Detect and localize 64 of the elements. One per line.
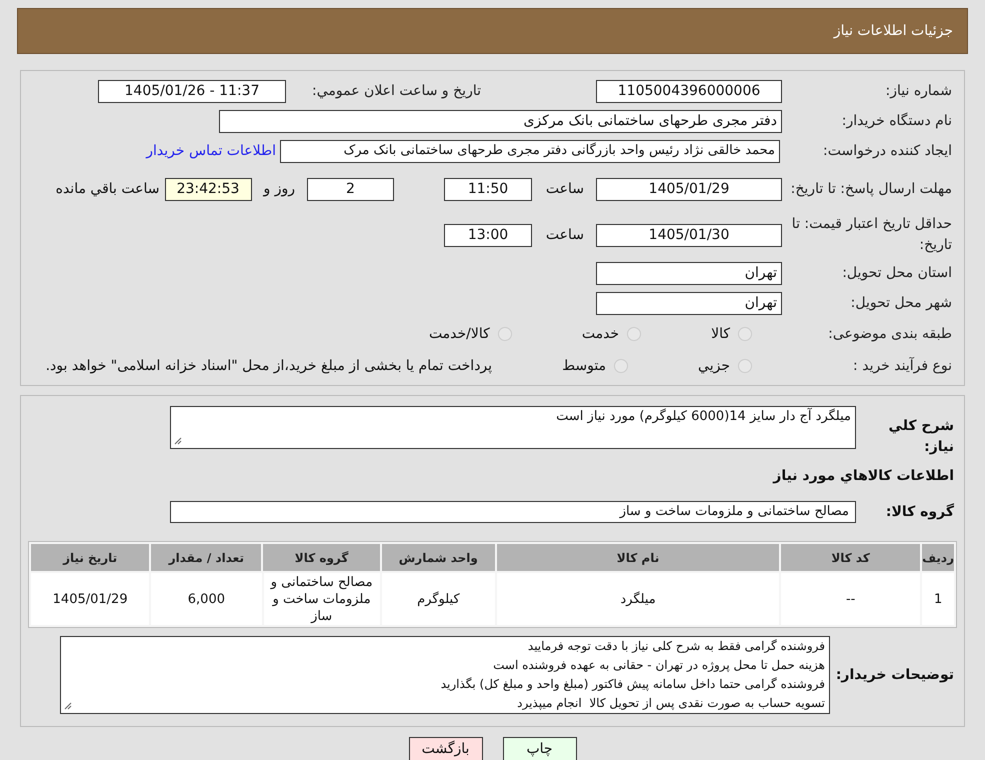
text-field[interactable]: محمد خالقی نژاد رئیس واحد بازرگانی دفتر مجری طرحهای ساختمانی بانک مرک <box>280 140 780 162</box>
text-field[interactable]: 1405/01/29 <box>596 178 782 200</box>
text-label: پرداخت تمام یا بخشی از مبلغ خرید،از محل "اسناد خزانه اسلامی" خواهد بود. <box>46 356 492 376</box>
column-header: کد کالا <box>781 544 920 571</box>
field-label: شماره نیاز: <box>884 82 952 100</box>
table-cell: 1405/01/29 <box>31 573 150 625</box>
text-label: متوسط <box>562 356 606 376</box>
radio-button[interactable] <box>738 359 752 373</box>
field-label: نام دستگاه خریدار: <box>840 112 952 130</box>
table-cell: میلگرد <box>497 573 780 625</box>
text-field[interactable]: تهران <box>596 262 782 284</box>
text-field[interactable]: 11:50 <box>444 178 532 200</box>
radio-button[interactable] <box>627 327 642 341</box>
field-label: تاريخ و ساعت اعلان عمومي: <box>311 82 482 100</box>
field-label: نوع فرآیند خرید : <box>852 356 952 376</box>
field-label: توضیحات خریدار: <box>834 666 954 684</box>
field-label: حداقل تاریخ اعتبار قیمت: تا تاریخ: <box>790 215 952 255</box>
text-label: روز و <box>264 180 295 198</box>
table-cell: -- <box>781 573 920 625</box>
section-title: اطلاعات کالاهاي مورد نياز <box>772 467 954 486</box>
header-title: جزئیات اطلاعات نیاز <box>834 22 953 40</box>
radio-button[interactable] <box>738 327 752 341</box>
column-header: واحد شمارش <box>382 544 495 571</box>
field-label: مهلت ارسال پاسخ: تا تاریخ: <box>790 180 952 198</box>
field-label: طبقه بندی موضوعی: <box>827 324 952 344</box>
print-button[interactable]: چاپ <box>502 737 576 760</box>
radio-button[interactable] <box>614 359 628 373</box>
text-label: ساعت <box>544 180 584 198</box>
table-cell: مصالح ساختمانی و ملزومات ساخت و ساز <box>264 573 380 625</box>
column-header: ردیف <box>922 544 954 571</box>
text-label: ساعت <box>544 226 584 244</box>
buyer-notes-field[interactable]: فروشنده گرامی فقط به شرح کلی نیاز با دقت توجه فرمایید هزینه حمل تا محل پروژه در تهران - حقانی به عهده فروشنده است فروشنده گرامی حتما داخل سامانه پیش فاکتور (مبلغ واحد و مبلغ کل) بگذارید تسویه حساب به صورت نقدی پس از تحویل کالا انجام میپذیرد <box>60 636 830 714</box>
resize-grip-icon <box>64 702 72 710</box>
column-header: گروه کالا <box>263 544 380 571</box>
resize-grip-icon <box>174 437 182 445</box>
text-field[interactable]: 13:00 <box>444 224 532 246</box>
text-label: خدمت <box>582 324 620 344</box>
contact-link[interactable]: اطلاعات تماس خریدار <box>146 140 276 162</box>
column-header: تعداد / مقدار <box>151 544 262 571</box>
field-label: گروه کالا: <box>884 502 954 522</box>
field-label: شهر محل تحویل: <box>850 294 952 312</box>
text-field[interactable]: دفتر مجری طرحهای ساختمانی بانک مرکزی <box>219 110 782 132</box>
text-field[interactable]: 1405/01/26 - 11:37 <box>98 80 286 102</box>
radio-button[interactable] <box>498 327 512 341</box>
back-button[interactable]: بازگشت <box>408 737 482 760</box>
text-label: کالا <box>711 324 730 344</box>
text-label: جزيي <box>698 356 730 376</box>
column-header: تاریخ نیاز <box>31 544 150 571</box>
text-field[interactable]: 23:42:53 <box>164 178 252 200</box>
field-label: استان محل تحویل: <box>841 264 952 282</box>
table-cell: کیلوگرم <box>382 573 495 625</box>
field-label: شرح کلي نياز: <box>888 417 954 457</box>
field-label: ایجاد کننده درخواست: <box>822 142 952 160</box>
goods-group-field[interactable]: مصالح ساختمانی و ملزومات ساخت و ساز <box>170 501 856 523</box>
text-label: ساعت باقي مانده <box>56 180 160 198</box>
table-cell: 1 <box>922 573 954 625</box>
text-field[interactable]: 2 <box>307 178 394 200</box>
text-field[interactable]: 1405/01/30 <box>596 224 782 246</box>
text-field[interactable]: 1105004396000006 <box>596 80 782 102</box>
table-cell: 6,000 <box>151 573 262 625</box>
description-field[interactable]: میلگرد آج دار سایز 14(6000 کیلوگرم) مورد نیاز است <box>170 406 856 449</box>
text-field[interactable]: تهران <box>596 292 782 314</box>
column-header: نام کالا <box>496 544 780 571</box>
text-label: کالا/خدمت <box>428 324 490 344</box>
